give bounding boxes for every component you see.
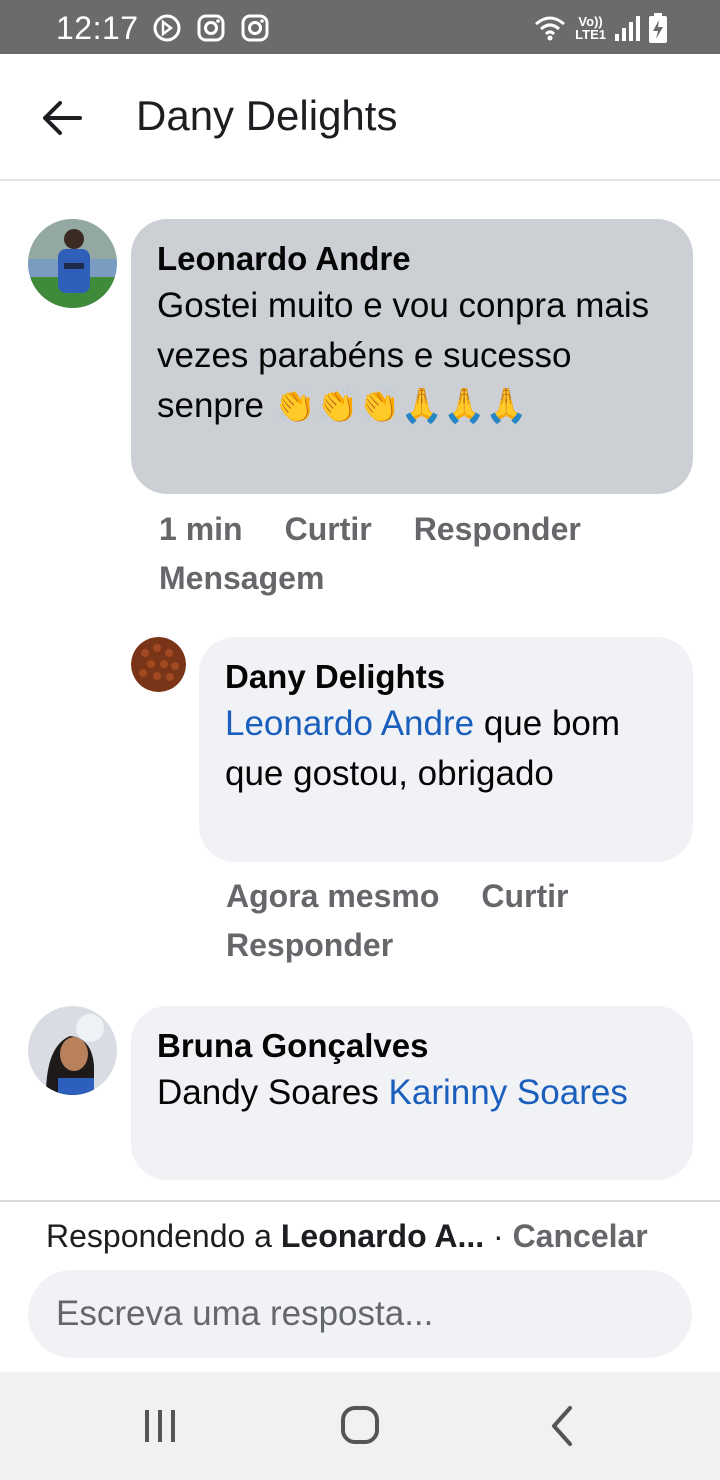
home-icon[interactable] xyxy=(330,1400,390,1452)
instagram-status-icon xyxy=(197,14,225,42)
comment-author[interactable]: Dany Delights xyxy=(225,655,667,699)
avatar-leonardo-andre[interactable] xyxy=(28,219,117,308)
comment-timestamp: 1 min xyxy=(159,511,243,547)
replying-to-label: Respondendo a Leonardo A... · Cancelar xyxy=(46,1218,648,1255)
wifi-icon xyxy=(535,16,566,41)
page-title: Dany Delights xyxy=(136,92,398,139)
app-header: Dany Delights xyxy=(0,54,720,181)
avatar-dany-delights[interactable] xyxy=(131,637,186,692)
instagram-status-icon-2 xyxy=(241,14,269,42)
recent-apps-icon[interactable] xyxy=(130,1400,190,1452)
comment-text: Gostei muito e vou conpra mais vezes par… xyxy=(157,281,667,431)
reply-button[interactable]: Responder xyxy=(414,511,581,547)
replying-target: Leonardo A... xyxy=(280,1218,485,1254)
battery-charging-icon xyxy=(649,13,667,43)
comment-actions-leonardo: 1 min Curtir Responder Mensagem xyxy=(159,505,679,603)
comment-text: Leonardo Andre que bom que gostou, obrig… xyxy=(225,699,667,799)
cancel-reply-button[interactable]: Cancelar xyxy=(513,1218,648,1254)
arrow-left-icon[interactable] xyxy=(36,90,92,146)
lte-label: LTE1 xyxy=(575,27,606,42)
status-right-icons: Vo)) LTE1 xyxy=(533,12,668,44)
whatsapp-status-icon xyxy=(153,14,181,42)
comment-body: Dandy Soares xyxy=(157,1073,389,1112)
comment-emojis: 👏👏👏🙏🙏🙏 xyxy=(273,387,528,425)
like-button[interactable]: Curtir xyxy=(481,878,568,914)
comment-bubble-bruna[interactable]: Bruna Gonçalves Dandy Soares Karinny Soa… xyxy=(131,1006,693,1180)
reply-input[interactable] xyxy=(28,1270,692,1358)
mention-link[interactable]: Leonardo Andre xyxy=(225,704,474,743)
avatar-photo xyxy=(131,637,186,692)
status-time: 12:17 xyxy=(56,10,139,46)
comment-actions-dany: Agora mesmo Curtir Responder xyxy=(226,872,686,970)
comment-timestamp: Agora mesmo xyxy=(226,878,440,914)
like-button[interactable]: Curtir xyxy=(285,511,372,547)
comment-bubble-leonardo[interactable]: Leonardo Andre Gostei muito e vou conpra… xyxy=(131,219,693,494)
network-type: Vo)) LTE1 xyxy=(575,15,606,41)
reply-button[interactable]: Responder xyxy=(226,927,393,963)
comment-bubble-dany[interactable]: Dany Delights Leonardo Andre que bom que… xyxy=(199,637,693,862)
comment-author[interactable]: Bruna Gonçalves xyxy=(157,1024,667,1068)
system-nav-bar xyxy=(0,1372,720,1480)
back-icon[interactable] xyxy=(533,1400,593,1452)
comment-text: Dandy Soares Karinny Soares xyxy=(157,1068,667,1118)
replying-prefix: Respondendo a xyxy=(46,1218,281,1254)
mention-link[interactable]: Karinny Soares xyxy=(389,1073,628,1112)
comment-author[interactable]: Leonardo Andre xyxy=(157,237,667,281)
replying-separator: · xyxy=(484,1218,513,1254)
avatar-bruna-goncalves[interactable] xyxy=(28,1006,117,1095)
avatar-photo xyxy=(28,1006,117,1095)
message-button[interactable]: Mensagem xyxy=(159,560,324,596)
avatar-photo xyxy=(28,219,117,308)
reply-bar: Respondendo a Leonardo A... · Cancelar xyxy=(0,1200,720,1372)
signal-icon xyxy=(615,16,640,41)
status-bar: 12:17 Vo)) LTE1 xyxy=(0,0,720,54)
